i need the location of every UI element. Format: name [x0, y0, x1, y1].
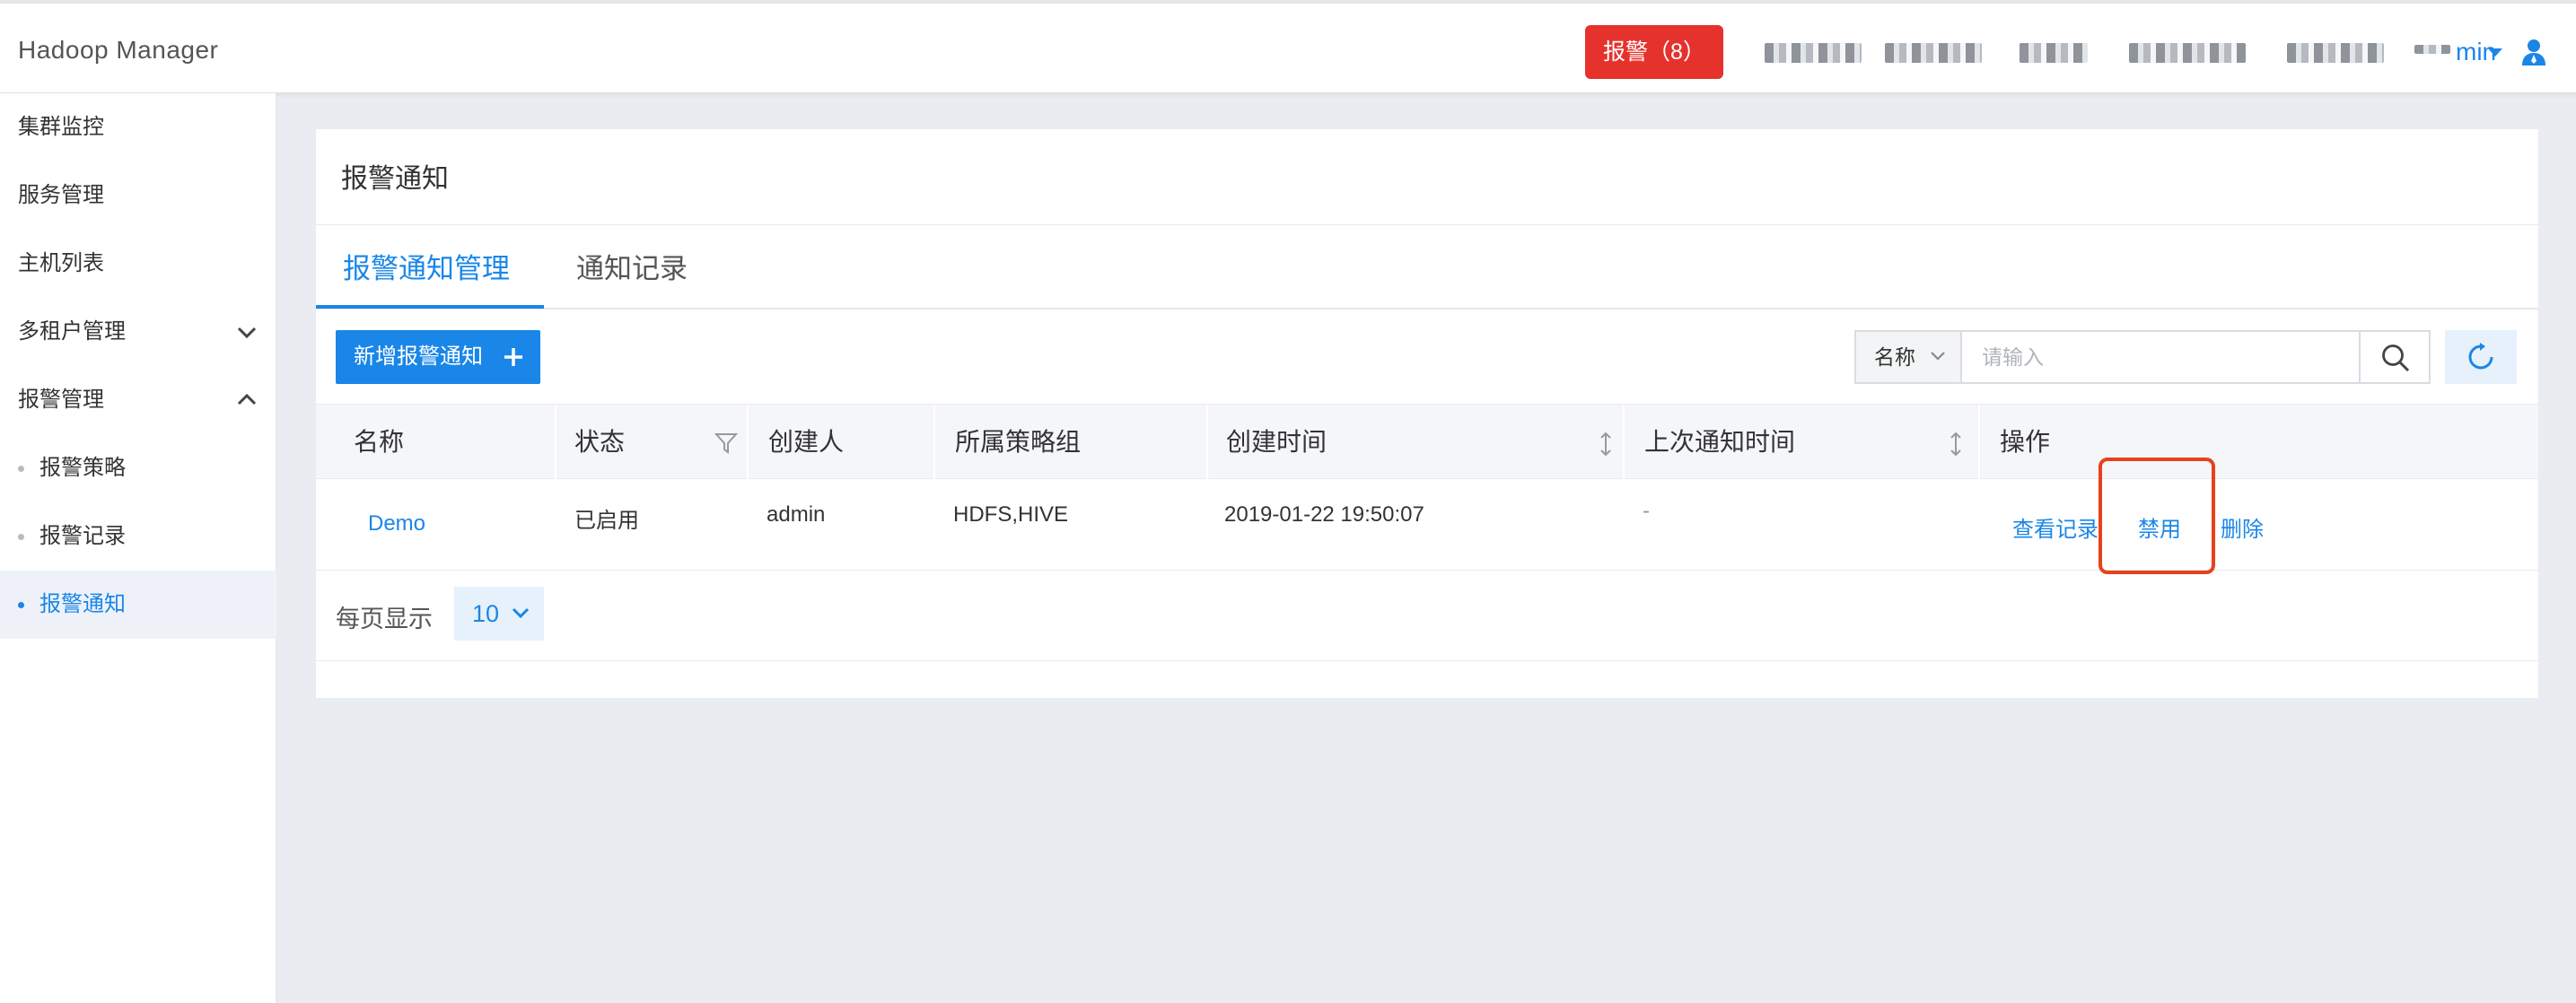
view-records-link[interactable]: 查看记录 [2012, 511, 2098, 543]
divider [316, 308, 2538, 310]
filter-icon[interactable] [714, 432, 738, 455]
column-separator [1623, 405, 1625, 480]
sidebar-item-alarm-management[interactable]: 报警管理 [0, 366, 276, 434]
main-panel: 报警通知 报警通知管理 通知记录 新增报警通知 名称 请输入 名称 状态 创建人… [316, 129, 2538, 698]
refresh-button[interactable] [2445, 330, 2517, 384]
chevron-down-icon [237, 327, 257, 339]
column-header-actions: 操作 [2000, 428, 2051, 456]
bullet-dot-icon [18, 466, 24, 472]
column-header-status: 状态 [574, 428, 626, 456]
bullet-dot-icon [18, 602, 24, 608]
sidebar-item-cluster-monitor[interactable]: 集群监控 [0, 93, 276, 161]
tab-notification-records[interactable]: 通知记录 [576, 246, 688, 286]
divider [316, 660, 2538, 661]
column-separator [747, 405, 749, 480]
column-header-creator: 创建人 [768, 428, 845, 456]
sort-icon[interactable] [1599, 432, 1612, 457]
column-separator [1978, 405, 1980, 480]
column-header-last-notified: 上次通知时间 [1644, 428, 1796, 456]
blurred-nav-item[interactable] [1765, 43, 1862, 63]
blurred-nav-item[interactable] [1885, 43, 1982, 63]
add-notification-button[interactable]: 新增报警通知 [336, 330, 540, 384]
column-header-name: 名称 [354, 428, 405, 456]
search-field-label: 名称 [1874, 345, 1915, 369]
page-title: 报警通知 [341, 164, 449, 194]
refresh-icon [2468, 343, 2493, 370]
sidebar-item-label: 报警策略 [39, 456, 126, 480]
divider [316, 224, 2538, 225]
search-field-select[interactable]: 名称 [1856, 332, 1962, 382]
sidebar-item-label: 报警记录 [39, 524, 126, 548]
sidebar-item-tenant-management[interactable]: 多租户管理 [0, 298, 276, 366]
page-size-value: 10 [472, 600, 500, 627]
highlight-box [2098, 458, 2215, 574]
delete-link[interactable]: 删除 [2221, 511, 2264, 543]
cell-policy-group: HDFS,HIVE [953, 502, 1069, 527]
cell-creator: admin [767, 502, 826, 527]
blurred-user-prefix [2414, 45, 2450, 54]
active-tab-indicator [316, 305, 544, 309]
search-button[interactable] [2359, 332, 2429, 382]
column-header-created-time: 创建时间 [1226, 428, 1327, 456]
chevron-down-icon [1931, 352, 1945, 361]
cell-created-time: 2019-01-22 19:50:07 [1224, 502, 1424, 527]
blurred-nav-item[interactable] [2287, 43, 2384, 63]
top-header: Hadoop Manager 报警（8） min [0, 0, 2576, 93]
sidebar-item-alarm-policy[interactable]: 报警策略 [0, 434, 276, 502]
cell-last-notified: - [1643, 499, 1650, 523]
sidebar-item-label: 报警通知 [39, 592, 126, 616]
sidebar-item-label: 报警管理 [18, 388, 104, 412]
plus-icon [504, 348, 522, 366]
chevron-up-icon [237, 393, 257, 406]
sidebar-item-label: 多租户管理 [18, 319, 126, 344]
column-separator [555, 405, 556, 480]
search-group: 名称 [1854, 330, 2431, 384]
column-separator [1206, 405, 1208, 480]
sidebar: 集群监控 服务管理 主机列表 多租户管理 报警管理 报警策略 报警记录 报警通知 [0, 93, 276, 1003]
sidebar-item-alarm-records[interactable]: 报警记录 [0, 502, 276, 571]
sidebar-item-label: 集群监控 [18, 115, 104, 139]
column-separator [933, 405, 935, 480]
cell-name-link[interactable]: Demo [368, 511, 425, 536]
sidebar-item-service-management[interactable]: 服务管理 [0, 161, 276, 230]
sidebar-item-alarm-notification[interactable]: 报警通知 [0, 571, 276, 639]
page-size-select[interactable]: 10 [454, 587, 544, 641]
sidebar-item-host-list[interactable]: 主机列表 [0, 230, 276, 298]
add-notification-label: 新增报警通知 [354, 345, 483, 369]
tab-notification-management[interactable]: 报警通知管理 [343, 246, 510, 286]
column-header-policy-group: 所属策略组 [955, 428, 1082, 456]
chevron-down-icon[interactable] [2488, 48, 2502, 57]
bullet-dot-icon [18, 534, 24, 540]
sidebar-item-label: 服务管理 [18, 183, 104, 207]
blurred-nav-item[interactable] [2020, 43, 2088, 63]
cell-status: 已启用 [574, 509, 639, 533]
user-icon[interactable] [2520, 38, 2547, 66]
page-size-label: 每页显示 [336, 606, 433, 632]
search-icon [2382, 345, 2410, 372]
blurred-nav-item[interactable] [2129, 43, 2246, 63]
chevron-down-icon [512, 607, 530, 619]
search-input[interactable] [1964, 332, 2359, 382]
sidebar-item-label: 主机列表 [18, 251, 104, 275]
alarm-count-button[interactable]: 报警（8） [1585, 25, 1723, 79]
sort-icon[interactable] [1950, 432, 1962, 457]
brand-title: Hadoop Manager [18, 36, 219, 64]
